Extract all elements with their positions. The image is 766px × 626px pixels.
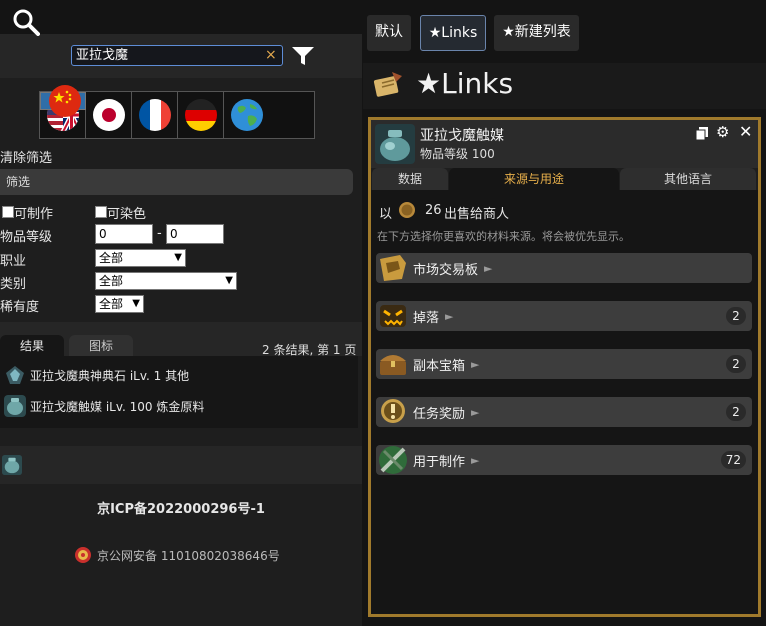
item-level-min-input[interactable]: 0 — [95, 224, 153, 244]
dyeable-label: 可染色 — [107, 207, 147, 222]
tab-results[interactable]: 结果 — [0, 335, 64, 357]
tab-new-list[interactable]: ★新建列表 — [494, 15, 579, 51]
catalyst-jar-icon[interactable] — [2, 455, 22, 475]
chevron-right-icon: ► — [484, 261, 493, 275]
gil-coin-icon — [399, 202, 415, 218]
craftable-checkbox[interactable] — [2, 206, 14, 218]
list-item[interactable]: 亚拉戈魔典神典石 iLv. 1 其他 — [0, 360, 358, 390]
category-select-value: 全部 — [99, 274, 124, 288]
icp-link[interactable]: 京ICP备2022000296号-1 — [0, 498, 362, 517]
source-market-board[interactable]: 市场交易板 ► — [376, 253, 752, 283]
chevron-right-icon: ► — [445, 309, 454, 323]
item-level: 物品等级 100 — [420, 147, 495, 161]
rarity-label: 稀有度 — [0, 300, 40, 315]
lang-ja-button[interactable] — [86, 92, 132, 138]
tab-links[interactable]: ★Links — [420, 15, 486, 51]
crafting-icon — [379, 446, 407, 474]
tab-data[interactable]: 数据 — [372, 168, 448, 190]
item-name: 亚拉戈魔触媒 — [420, 128, 504, 144]
lang-de-button[interactable] — [178, 92, 224, 138]
catalyst-jar-icon — [375, 124, 415, 164]
rarity-select-value: 全部 — [99, 297, 124, 311]
job-label: 职业 — [0, 254, 27, 269]
gear-icon[interactable]: ⚙ — [716, 123, 729, 141]
lang-zh-button[interactable] — [40, 85, 86, 117]
selected-item-strip — [0, 446, 362, 484]
clear-search-icon[interactable]: × — [265, 47, 277, 64]
france-flag-icon — [138, 99, 171, 131]
chevron-down-icon: ▼ — [174, 252, 182, 263]
sell-prefix: 以 — [379, 207, 393, 222]
chevron-down-icon: ▼ — [225, 275, 233, 286]
rarity-select[interactable]: 全部 ▼ — [95, 295, 144, 313]
result-name: 亚拉戈魔触媒 — [30, 399, 103, 414]
chevron-right-icon: ► — [471, 405, 480, 419]
clear-filters-link[interactable]: 清除筛选 — [0, 147, 52, 166]
source-label: 掉落 — [413, 310, 440, 326]
treasure-chest-icon — [380, 355, 406, 375]
sell-price: 26 — [425, 203, 442, 218]
chevron-right-icon: ► — [471, 453, 480, 467]
top-strip — [0, 0, 362, 34]
language-selector — [39, 85, 315, 139]
search-input[interactable]: 亚拉戈魔 — [71, 45, 283, 66]
page-title: ★Links — [416, 67, 514, 100]
source-count-badge: 2 — [726, 403, 746, 421]
source-count-badge: 2 — [726, 307, 746, 325]
filter-icon[interactable] — [291, 45, 315, 67]
police-badge-icon — [75, 547, 91, 563]
source-label: 市场交易板 — [413, 262, 479, 278]
tab-icons[interactable]: 图标 — [69, 335, 133, 357]
tab-sources-uses[interactable]: 来源与用途 — [449, 168, 619, 190]
chevron-down-icon: ▼ — [132, 298, 140, 309]
source-count-badge: 72 — [720, 451, 746, 469]
result-meta: iLv. 100 炼金原料 — [105, 399, 205, 414]
result-meta: iLv. 1 其他 — [129, 368, 190, 383]
source-label: 用于制作 — [413, 454, 466, 470]
search-icon[interactable] — [12, 8, 40, 36]
source-label: 副本宝箱 — [413, 358, 466, 374]
craftable-label: 可制作 — [14, 207, 54, 222]
dyeable-checkbox[interactable] — [95, 206, 107, 218]
category-label: 类别 — [0, 277, 27, 292]
lang-fr-button[interactable] — [132, 92, 178, 138]
china-flag-icon — [48, 85, 81, 117]
item-level-separator: - — [157, 226, 162, 241]
chevron-right-icon: ► — [471, 357, 480, 371]
source-count-badge: 2 — [726, 355, 746, 373]
close-icon[interactable]: ✕ — [739, 122, 752, 141]
police-record-link[interactable]: 京公网安备 11010802038646号 — [97, 547, 280, 564]
filter-section-header[interactable]: 筛选 — [0, 169, 353, 195]
tomestone-icon — [6, 366, 24, 384]
source-quest-reward[interactable]: 任务奖励 ► 2 — [376, 397, 752, 427]
quest-reward-icon — [381, 399, 405, 423]
tab-other-languages[interactable]: 其他语言 — [620, 168, 756, 190]
job-select-value: 全部 — [99, 251, 124, 265]
globe-icon — [231, 99, 263, 131]
catalyst-jar-icon — [4, 395, 26, 417]
copy-icon[interactable] — [696, 127, 708, 140]
japan-flag-icon — [92, 99, 125, 131]
tab-default[interactable]: 默认 — [367, 15, 411, 51]
germany-flag-icon — [184, 99, 217, 131]
item-level-label: 物品等级 — [0, 230, 53, 245]
job-select[interactable]: 全部 ▼ — [95, 249, 186, 267]
source-label: 任务奖励 — [413, 406, 466, 422]
source-used-for-crafting[interactable]: 用于制作 ► 72 — [376, 445, 752, 475]
list-item[interactable]: 亚拉戈魔触媒 iLv. 100 炼金原料 — [0, 391, 358, 421]
source-drops[interactable]: 掉落 ► 2 — [376, 301, 752, 331]
source-hint: 在下方选择你更喜欢的材料来源。将会被优先显示。 — [377, 230, 630, 243]
category-select[interactable]: 全部 ▼ — [95, 272, 237, 290]
sell-suffix: 出售给商人 — [444, 207, 510, 222]
market-board-icon — [380, 255, 406, 281]
result-name: 亚拉戈魔典神典石 — [30, 368, 127, 383]
scroll-quill-icon — [373, 72, 402, 97]
lang-global-button[interactable] — [224, 92, 270, 138]
source-dungeon-chest[interactable]: 副本宝箱 ► 2 — [376, 349, 752, 379]
monster-drop-icon — [380, 305, 406, 327]
item-level-max-input[interactable]: 0 — [166, 224, 224, 244]
results-list: 亚拉戈魔典神典石 iLv. 1 其他 亚拉戈魔触媒 iLv. 100 炼金原料 — [0, 356, 358, 428]
